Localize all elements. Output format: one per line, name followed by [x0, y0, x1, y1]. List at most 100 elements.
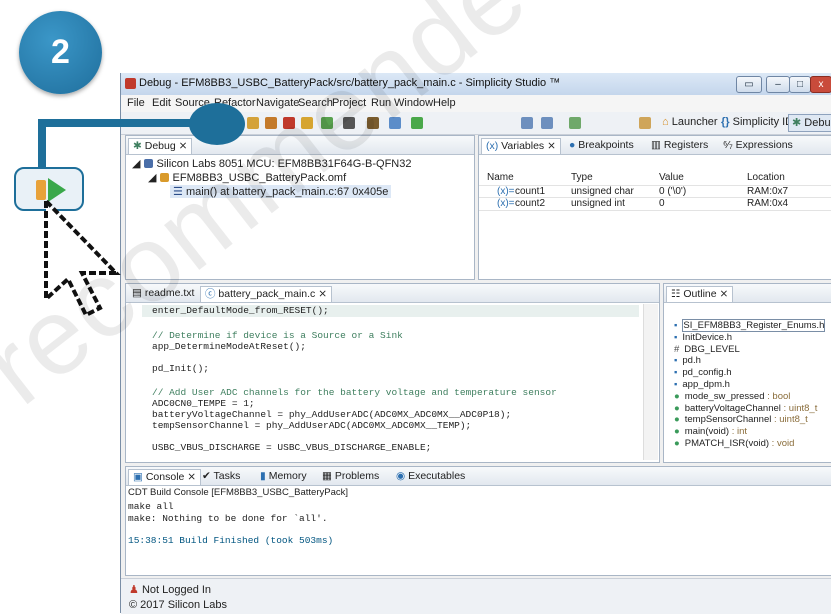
column-header-location[interactable]: Location [747, 172, 785, 183]
tab-debug[interactable]: ✱ Debug ⨯ [128, 138, 193, 154]
menu-file[interactable]: File [127, 97, 145, 109]
code-line[interactable]: pd_Init(); [152, 363, 209, 374]
tab-breakpoints[interactable]: ● Breakpoints [565, 138, 638, 153]
outline-label: batteryVoltageChannel [684, 402, 781, 414]
variables-view: (x) Variables ⨯ ● Breakpoints ▥ Register… [478, 135, 831, 280]
include-icon: ▪ [674, 331, 678, 343]
status-bar: ♟ Not Logged In © 2017 Silicon Labs [121, 578, 831, 614]
console-line: make all [128, 501, 174, 512]
tab-memory[interactable]: ▮ Memory [256, 469, 311, 484]
outline-item[interactable]: ▪ SI_EFM8BB3_Register_Enums.h [674, 319, 826, 332]
table-row[interactable]: (x)= count2 unsigned int 0 RAM:0x4 [479, 197, 831, 211]
var-icon: ● [674, 414, 680, 426]
func-icon: ● [674, 437, 680, 449]
include-icon: ▪ [674, 355, 678, 367]
include-icon: ▪ [674, 378, 678, 390]
tab-tasks[interactable]: ✔ Tasks [198, 469, 244, 484]
outline-label: DBG_LEVEL [684, 343, 740, 355]
var-icon: ● [674, 402, 680, 414]
outline-item[interactable]: ● batteryVoltageChannel : uint8_t [674, 403, 825, 415]
console-icon: ▣ [133, 471, 143, 483]
variable-icon: (x)= [497, 198, 515, 209]
code-line[interactable]: batteryVoltageChannel = phy_AddUserADC(A… [152, 409, 511, 420]
outline-list: ▪ SI_EFM8BB3_Register_Enums.h ▪ InitDevice.… [674, 319, 826, 450]
tab-registers[interactable]: ▥ Registers [647, 138, 712, 153]
open-perspective-icon[interactable] [639, 117, 651, 129]
bug-icon: ✱ [792, 117, 802, 129]
outline-type: : uint8_t [780, 402, 818, 414]
tab-outline[interactable]: ☷ Outline ⨯ [666, 286, 734, 302]
outline-label: mode_sw_pressed [684, 390, 765, 402]
breakpoint-icon: ● [569, 139, 576, 151]
console-header: CDT Build Console [EFM8BB3_USBC_BatteryP… [128, 487, 348, 498]
outline-item[interactable]: ▪ InitDevice.h [674, 332, 825, 344]
login-status[interactable]: ♟ Not Logged In [129, 583, 211, 596]
code-line[interactable]: // Add User ADC channels for the battery… [152, 387, 557, 398]
column-header-value[interactable]: Value [659, 172, 684, 183]
editor-scrollbar[interactable] [643, 304, 658, 460]
outline-type: : int [729, 426, 748, 438]
expressions-icon: ⁶⁄₇ [723, 139, 733, 151]
code-line[interactable]: ADC0CN0_TEMPE = 1; [152, 398, 255, 409]
include-icon: ▪ [674, 320, 678, 331]
outline-type: : uint8_t [771, 414, 808, 426]
tab-problems[interactable]: ▦ Problems [318, 469, 383, 484]
outline-item[interactable]: ▪ pd.h [674, 355, 825, 367]
outline-item[interactable]: ● main(void) : int [674, 426, 825, 438]
outline-item[interactable]: ● mode_sw_pressed : bool [674, 391, 825, 403]
tab-executables[interactable]: ◉ Executables [392, 469, 469, 484]
step-number: 2 [51, 33, 70, 71]
tab-console[interactable]: ▣ Console ⨯ [128, 469, 202, 485]
outline-label: PMATCH_ISR(void) [684, 437, 770, 449]
tab-variables[interactable]: (x) Variables ⨯ [481, 138, 561, 154]
variable-icon: (x) [486, 140, 499, 152]
debug-perspective[interactable]: ✱ Debug [788, 114, 831, 132]
func-icon: ● [674, 426, 680, 438]
bug-icon: ✱ [133, 140, 142, 152]
minimize-button[interactable]: – [766, 76, 790, 93]
console-line: 15:38:51 Build Finished (took 503ms) [128, 535, 334, 546]
sync-icon[interactable] [569, 117, 581, 129]
tab-expressions[interactable]: ⁶⁄₇ Expressions [719, 138, 797, 153]
code-line[interactable]: // Determine if device is a Source or a … [152, 330, 403, 341]
console-line: make: Nothing to be done for `all'. [128, 513, 328, 524]
launcher-perspective[interactable]: ⌂ Launcher [662, 116, 718, 128]
tasks-icon: ✔ [202, 470, 211, 482]
chip-icon [143, 159, 153, 168]
outline-label: pd_config.h [682, 367, 732, 379]
outline-item[interactable]: ▪ pd_config.h [674, 367, 825, 379]
code-line[interactable]: tempSensorChannel = phy_AddUserADC(ADC0M… [152, 420, 471, 431]
memory-icon: ▮ [260, 470, 266, 482]
outline-type: : void [769, 437, 795, 449]
executables-icon: ◉ [396, 470, 406, 482]
column-header-name[interactable]: Name [487, 172, 514, 183]
variable-icon: (x)= [497, 186, 515, 197]
outline-item[interactable]: ▪ app_dpm.h [674, 379, 825, 391]
forward-icon[interactable] [541, 117, 553, 129]
var-icon: ● [674, 390, 680, 402]
include-icon: ▪ [674, 367, 678, 379]
menu-edit[interactable]: Edit [152, 97, 171, 109]
outline-label: main(void) [684, 426, 730, 438]
close-button[interactable]: x [810, 76, 831, 93]
outline-label: pd.h [682, 355, 701, 367]
outline-icon: ☷ [671, 288, 681, 300]
code-line[interactable]: app_DetermineModeAtReset(); [152, 341, 306, 352]
back-icon[interactable] [521, 117, 533, 129]
outline-item[interactable]: ● tempSensorChannel : uint8_t [674, 414, 825, 426]
outline-item[interactable]: # DBG_LEVEL [674, 344, 825, 356]
code-line[interactable]: USBC_VBUS_DISCHARGE = USBC_VBUS_DISCHARG… [152, 442, 431, 453]
app-icon [125, 78, 136, 89]
outline-label: SI_EFM8BB3_Register_Enums.h [682, 319, 826, 332]
editor: ▤ readme.txt ⓒ battery_pack_main.c ⨯ ent… [125, 283, 660, 463]
braces-icon: {} [721, 116, 730, 128]
copyright: © 2017 Silicon Labs [129, 599, 228, 611]
callout-line [38, 119, 46, 167]
registers-icon: ▥ [651, 139, 661, 151]
outline-item[interactable]: ● PMATCH_ISR(void) : void [674, 438, 825, 450]
maximize-button[interactable]: □ [789, 76, 811, 93]
restore-button[interactable]: ▭ [736, 76, 762, 93]
tab-battery-pack-main[interactable]: ⓒ battery_pack_main.c ⨯ [200, 286, 333, 302]
macro-icon: # [674, 343, 680, 355]
column-header-type[interactable]: Type [571, 172, 593, 183]
